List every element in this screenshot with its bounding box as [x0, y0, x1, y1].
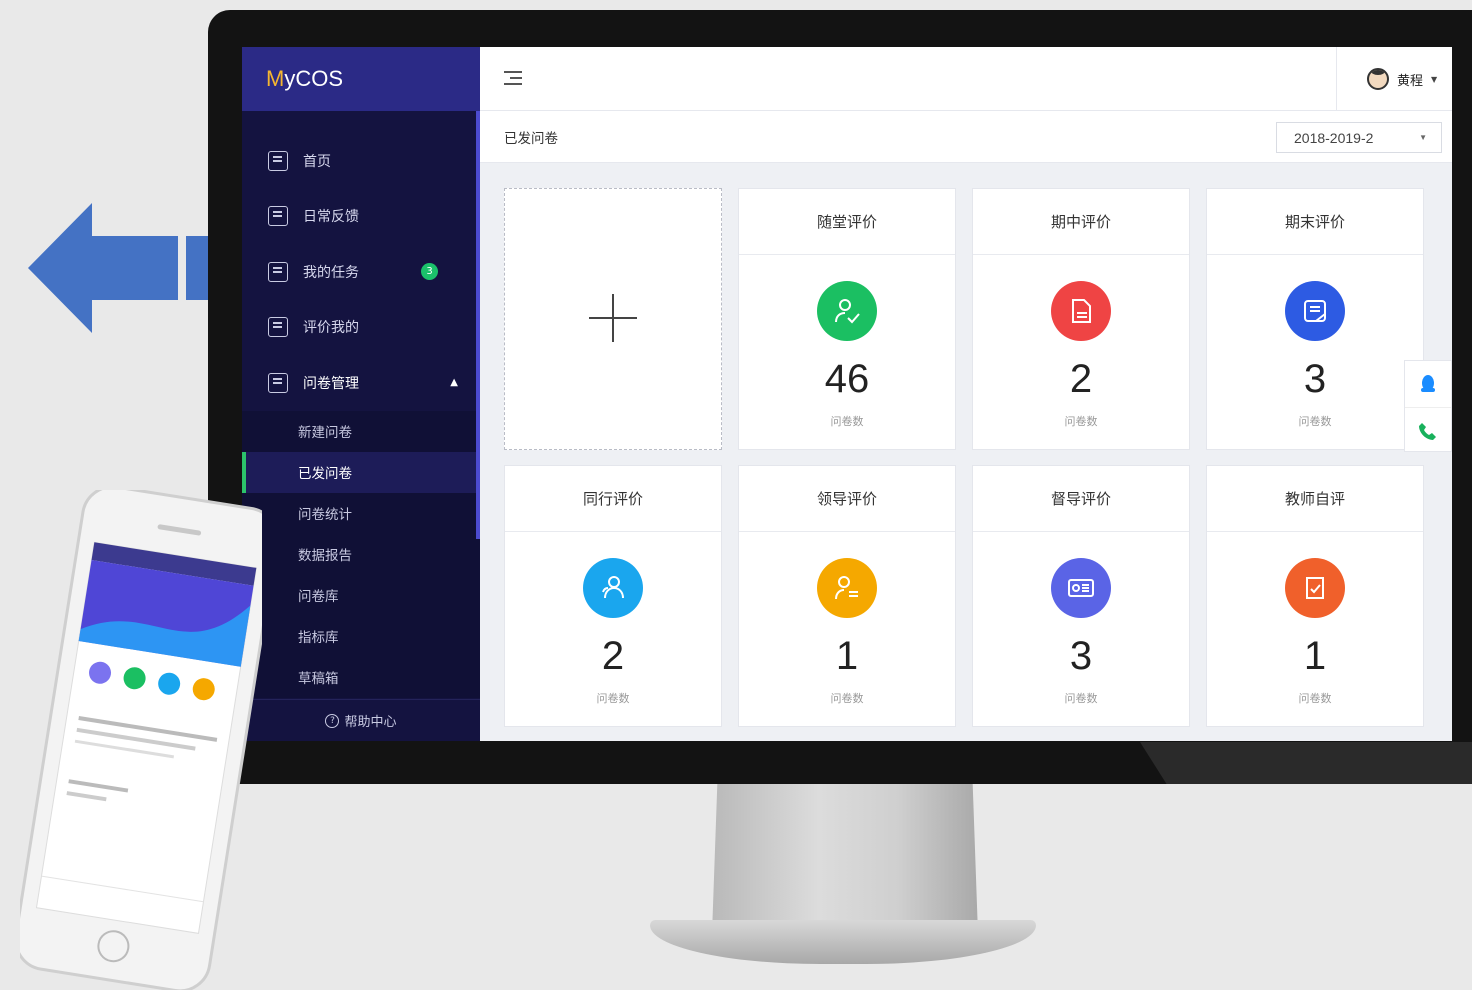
top-bar: 黄程 ▼ [480, 47, 1452, 111]
page-header: 已发问卷 2018-2019-2 ▼ [480, 111, 1452, 163]
sidebar-item-my-tasks[interactable]: 我的任务 3 [242, 244, 480, 300]
back-arrow-icon [28, 203, 208, 333]
sidebar: MyCOS 首页 日常反馈 我的任务 3 评价我的 问卷管理 ▲ 新建问卷 已发… [242, 47, 480, 741]
sidebar-subitem-published-surveys[interactable]: 已发问卷 [242, 451, 480, 493]
survey-card[interactable]: 领导评价 1 问卷数 [738, 465, 956, 727]
notepad-icon [1285, 281, 1345, 341]
app-screen: MyCOS 首页 日常反馈 我的任务 3 评价我的 问卷管理 ▲ 新建问卷 已发… [242, 47, 1452, 741]
card-title: 随堂评价 [739, 189, 955, 255]
sidebar-item-home[interactable]: 首页 [242, 133, 480, 189]
survey-card[interactable]: 期末评价 3 问卷数 [1206, 188, 1424, 450]
card-unit: 问卷数 [830, 415, 864, 428]
card-unit: 问卷数 [1064, 415, 1098, 428]
mobile-phone-mockup [20, 490, 262, 990]
chevron-up-icon: ▲ [450, 377, 458, 389]
phone-icon[interactable] [1405, 407, 1451, 453]
help-center-label: 帮助中心 [344, 715, 397, 730]
user-menu[interactable]: 黄程 ▼ [1336, 47, 1452, 111]
survey-submenu: 新建问卷 已发问卷 问卷统计 数据报告 问卷库 指标库 草稿箱 [242, 410, 480, 698]
sidebar-item-label: 首页 [303, 153, 331, 170]
card-count: 3 [1303, 357, 1327, 401]
card-count: 46 [824, 357, 870, 401]
page-title: 已发问卷 [504, 130, 558, 147]
sidebar-item-label: 日常反馈 [303, 209, 359, 226]
card-unit: 问卷数 [596, 692, 630, 705]
card-unit: 问卷数 [1298, 692, 1332, 705]
survey-card[interactable]: 期中评价 2 问卷数 [972, 188, 1190, 450]
card-title: 督导评价 [973, 466, 1189, 532]
monitor-stand [712, 784, 978, 934]
survey-card[interactable]: 教师自评 1 问卷数 [1206, 465, 1424, 727]
card-count: 3 [1069, 634, 1093, 678]
self-check-icon [1285, 558, 1345, 618]
plus-icon [589, 294, 637, 342]
chevron-down-icon: ▼ [1431, 74, 1438, 84]
leader-icon [817, 558, 877, 618]
chevron-down-icon: ▼ [1419, 133, 1427, 142]
card-unit: 问卷数 [1064, 692, 1098, 705]
card-unit: 问卷数 [1298, 415, 1332, 428]
card-title: 同行评价 [505, 466, 721, 532]
card-count: 2 [1069, 357, 1093, 401]
sidebar-subitem-new-survey[interactable]: 新建问卷 [242, 411, 480, 452]
id-card-icon [1051, 558, 1111, 618]
sidebar-subitem-data-report[interactable]: 数据报告 [242, 534, 480, 575]
sidebar-subitem-drafts[interactable]: 草稿箱 [242, 657, 480, 698]
card-title: 领导评价 [739, 466, 955, 532]
menu-toggle-icon[interactable] [504, 71, 522, 85]
card-count: 2 [601, 634, 625, 678]
task-count-badge: 3 [421, 263, 438, 281]
help-center-link[interactable]: ? 帮助中心 [242, 699, 480, 741]
peers-icon [583, 558, 643, 618]
survey-card[interactable]: 同行评价 2 问卷数 [504, 465, 722, 727]
card-count: 1 [1303, 634, 1327, 678]
sidebar-item-evaluations-of-me[interactable]: 评价我的 [242, 300, 480, 356]
term-select-value: 2018-2019-2 [1294, 129, 1374, 146]
document-icon [1051, 281, 1111, 341]
card-title: 期末评价 [1207, 189, 1423, 255]
sidebar-item-survey-management[interactable]: 问卷管理 ▲ [242, 355, 480, 411]
card-title: 期中评价 [973, 189, 1189, 255]
qq-icon[interactable] [1405, 361, 1451, 407]
card-title: 教师自评 [1207, 466, 1423, 532]
survey-icon [268, 372, 288, 393]
survey-card[interactable]: 督导评价 3 问卷数 [972, 465, 1190, 727]
monitor-base [650, 920, 1036, 964]
term-select[interactable]: 2018-2019-2 ▼ [1276, 122, 1442, 153]
person-check-icon [817, 281, 877, 341]
sidebar-subitem-survey-library[interactable]: 问卷库 [242, 575, 480, 616]
add-survey-card[interactable] [504, 188, 722, 450]
evaluation-icon [268, 317, 288, 338]
card-count: 1 [835, 634, 859, 678]
help-icon: ? [325, 713, 340, 728]
sidebar-subitem-indicator-library[interactable]: 指标库 [242, 616, 480, 657]
logo[interactable]: MyCOS [242, 47, 480, 111]
card-unit: 问卷数 [830, 692, 864, 705]
sidebar-item-daily-feedback[interactable]: 日常反馈 [242, 189, 480, 245]
feedback-icon [268, 206, 288, 227]
survey-card[interactable]: 随堂评价 46 问卷数 [738, 188, 956, 450]
sidebar-item-label: 我的任务 [303, 264, 359, 281]
avatar [1367, 68, 1389, 90]
task-icon [268, 261, 288, 282]
sidebar-item-label: 评价我的 [303, 320, 359, 337]
layout-icon [268, 150, 288, 171]
floating-contact-bar [1404, 360, 1452, 452]
sidebar-item-label: 问卷管理 [303, 375, 359, 392]
monitor-glare [1140, 742, 1472, 784]
sidebar-subitem-survey-stats[interactable]: 问卷统计 [242, 493, 480, 534]
user-name: 黄程 [1397, 73, 1424, 89]
sidebar-nav: 首页 日常反馈 我的任务 3 评价我的 问卷管理 ▲ 新建问卷 已发问卷 问卷统… [242, 111, 480, 698]
